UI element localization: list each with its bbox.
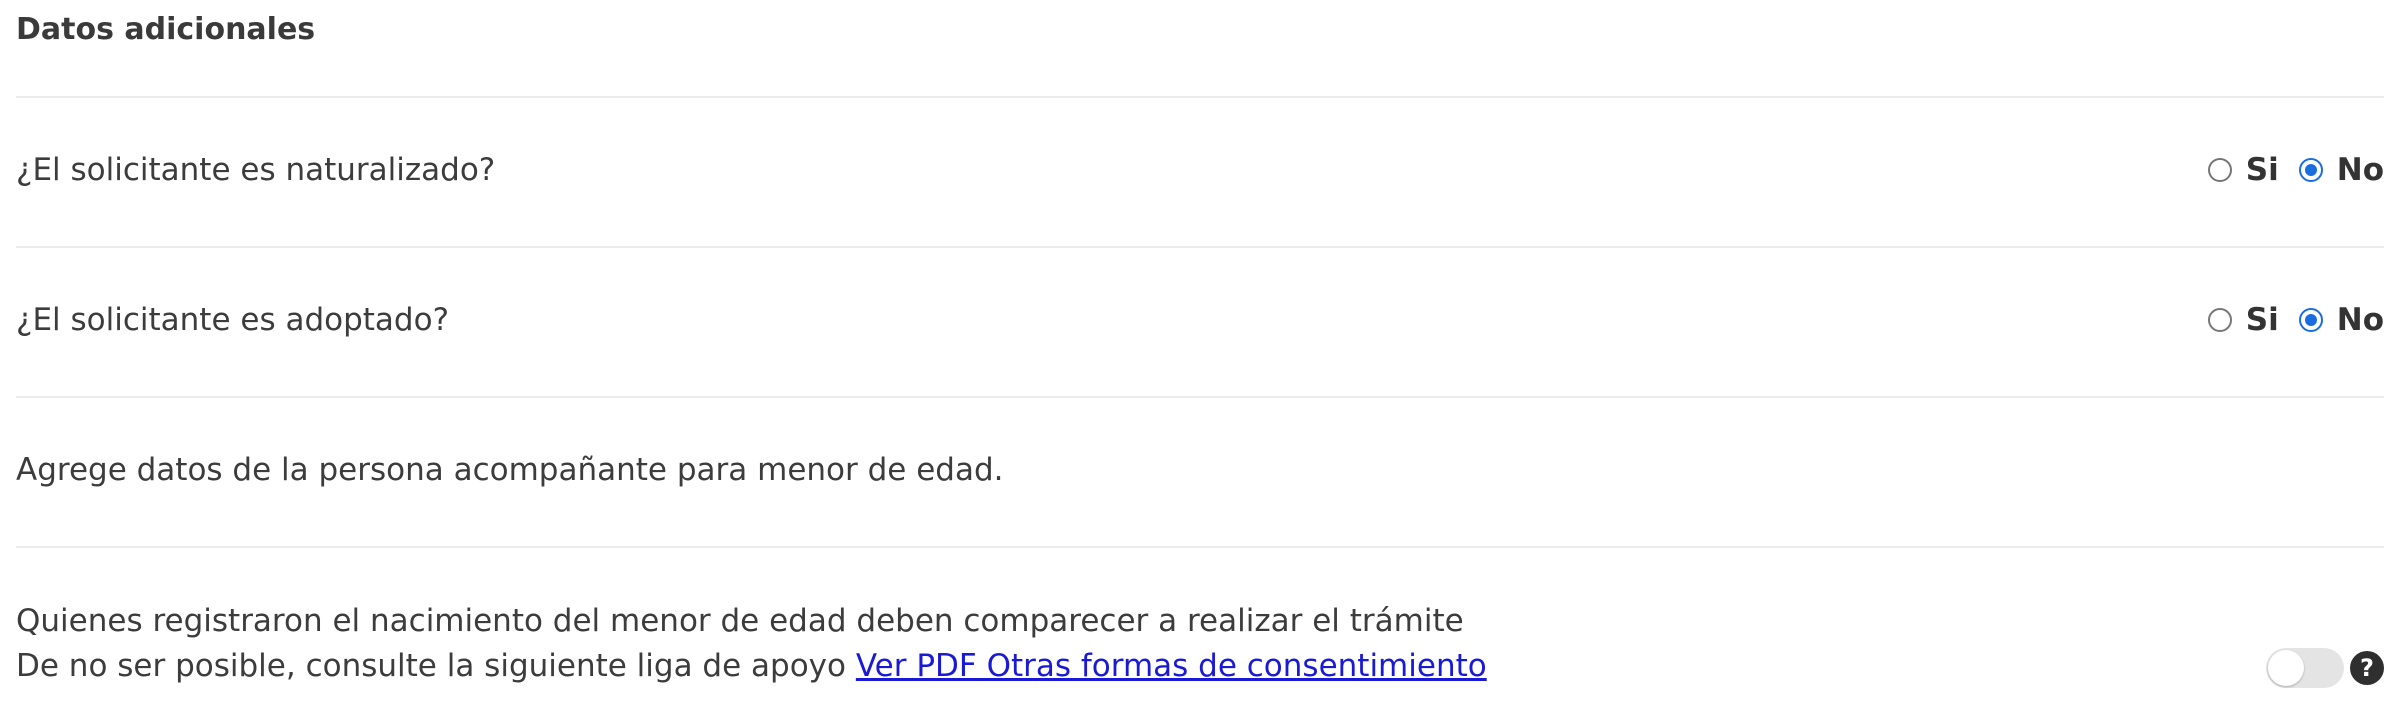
adopted-option-si[interactable]: Si [2207,300,2279,340]
naturalized-question-label: ¿El solicitante es naturalizado? [16,152,496,188]
adopted-option-no[interactable]: No [2298,300,2384,340]
toggle-knob [2268,650,2304,686]
naturalized-radio-group: Si No [2207,150,2384,190]
adopted-option-no-label: No [2336,302,2384,338]
divider [16,546,2384,548]
divider [16,96,2384,98]
companion-instructions: Agrege datos de la persona acompañante p… [16,452,1004,488]
consent-pdf-link[interactable]: Ver PDF Otras formas de consentimiento [856,648,1487,684]
naturalized-radio-si[interactable] [2207,158,2232,182]
notice-line-2-prefix: De no ser posible, consulte la siguiente… [16,648,856,684]
naturalized-option-no[interactable]: No [2298,150,2384,190]
notice-line-2: De no ser posible, consulte la siguiente… [16,646,1487,686]
divider [16,396,2384,398]
adopted-radio-group: Si No [2207,300,2384,340]
question-circle-icon[interactable]: ? [2350,651,2384,685]
adopted-radio-no[interactable] [2298,308,2323,332]
notice-line-1: Quienes registraron el nacimiento del me… [16,603,1464,639]
naturalized-option-si[interactable]: Si [2207,150,2279,190]
section-title: Datos adicionales [16,12,316,47]
adopted-question-label: ¿El solicitante es adoptado? [16,302,450,338]
adopted-radio-si[interactable] [2207,308,2232,332]
naturalized-option-no-label: No [2336,152,2384,188]
divider [16,246,2384,248]
naturalized-radio-no[interactable] [2298,158,2323,182]
adopted-option-si-label: Si [2245,302,2279,338]
consent-toggle[interactable] [2266,648,2344,688]
naturalized-option-si-label: Si [2245,152,2279,188]
